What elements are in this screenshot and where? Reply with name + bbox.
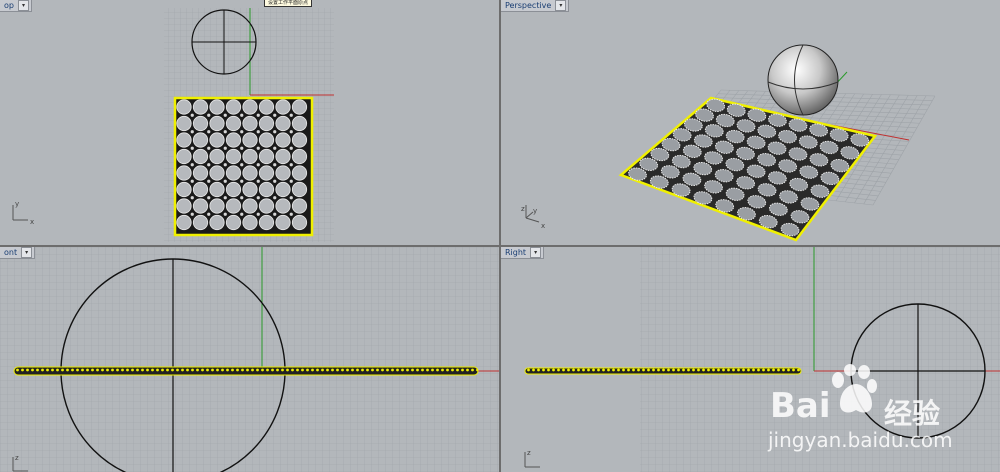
viewport-name: op [4,1,14,10]
chevron-down-icon[interactable]: ▾ [530,247,542,258]
axis-z-label: z [15,454,19,462]
front-viewport[interactable]: z ont ▾ [0,247,499,472]
axis-x-label: x [541,222,545,230]
viewport-label-right[interactable]: Right ▾ [501,247,545,259]
cplane-tooltip: 设置工作平面原点 [264,0,313,7]
front-grid [0,247,499,472]
axis-indicator: z y x [521,205,545,230]
chevron-down-icon[interactable]: ▾ [21,247,33,258]
axis-x-label: x [30,218,34,226]
top-viewport[interactable]: y x op ▾ 设置工作平面原点 [0,0,499,245]
chevron-down-icon[interactable]: ▾ [17,0,29,11]
viewport-name: ont [4,248,18,257]
axis-z-label: z [527,449,531,457]
axis-indicator: z [524,449,540,468]
baidu-jingyan-watermark: Bai 经验 jingyan.baidu.com [760,362,1000,472]
viewport-label-top[interactable]: op ▾ [0,0,32,12]
sphere-3d[interactable] [767,44,839,116]
top-scene: y x [12,8,334,242]
viewport-label-front[interactable]: ont ▾ [0,247,36,259]
axis-z-label: z [521,205,525,213]
panel-edge[interactable] [13,366,479,376]
viewport-name: Perspective [505,1,552,10]
axis-y-label: y [15,200,19,208]
axis-indicator: y x [12,200,34,226]
paw-logo-icon [832,364,877,413]
front-scene: z [0,247,499,472]
axis-y-label: y [533,207,537,215]
viewport-name: Right [505,248,527,257]
watermark-brand-cn: 经验 [884,397,941,430]
perspective-viewport[interactable]: z y x Perspective ▾ [501,0,1000,245]
chevron-down-icon[interactable]: ▾ [555,0,567,11]
watermark-url: jingyan.baidu.com [768,428,953,452]
viewport-label-perspective[interactable]: Perspective ▾ [501,0,570,12]
watermark-brand: Bai [770,386,831,426]
perspective-scene: z y x [521,44,936,242]
